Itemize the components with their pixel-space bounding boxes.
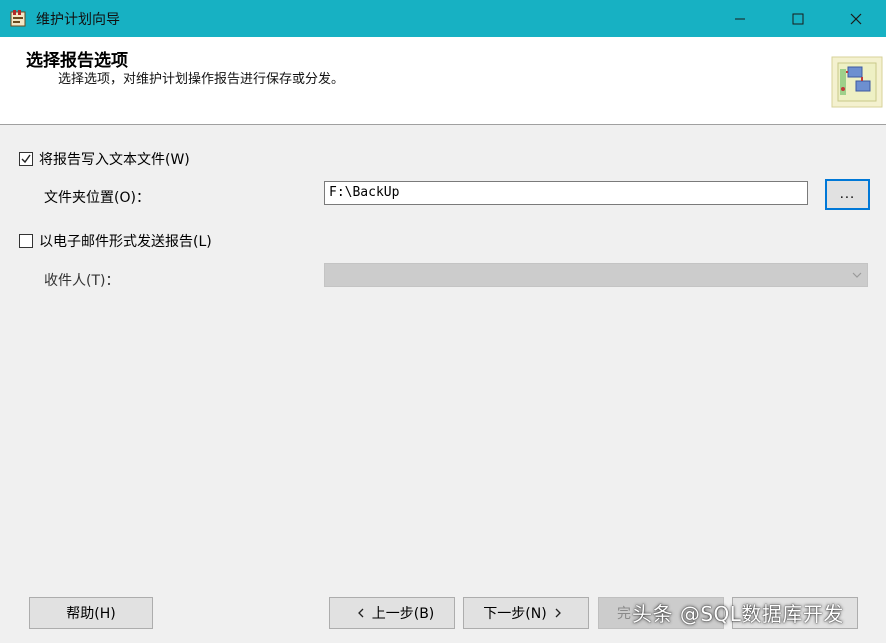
chevron-right-icon: [555, 608, 561, 618]
back-button[interactable]: 上一步(B): [329, 597, 455, 629]
chevron-left-icon: [357, 608, 364, 618]
finish-button-label: 完: [617, 606, 631, 622]
title-bar[interactable]: 维护计划向导: [0, 0, 886, 37]
email-report-checkbox[interactable]: [19, 234, 33, 248]
page-subtitle: 选择选项，对维护计划操作报告进行保存或分发。: [58, 72, 345, 87]
next-button-label: 下一步(N): [483, 606, 547, 622]
app-icon: [10, 10, 26, 27]
browse-folder-button[interactable]: ...: [825, 179, 870, 210]
recipient-dropdown[interactable]: [324, 263, 868, 287]
write-to-file-label: 将报告写入文本文件(W): [39, 152, 190, 168]
folder-location-label: 文件夹位置(O)：: [44, 190, 150, 206]
write-to-file-checkbox[interactable]: [19, 152, 33, 166]
back-button-label: 上一步(B): [371, 606, 435, 622]
close-icon: [850, 13, 862, 24]
folder-location-input[interactable]: F:\BackUp: [324, 181, 808, 205]
window-title: 维护计划向导: [36, 12, 120, 28]
minimize-button[interactable]: [711, 0, 769, 37]
minimize-icon: [735, 18, 745, 19]
options-panel: 将报告写入文本文件(W) 文件夹位置(O)： F:\BackUp ... 以电子…: [0, 126, 886, 586]
maximize-button[interactable]: [769, 0, 827, 37]
close-button[interactable]: [827, 0, 885, 37]
recipient-label: 收件人(T)：: [44, 273, 120, 289]
maximize-icon: [792, 13, 804, 24]
chevron-down-icon: [852, 272, 862, 278]
wizard-window: 维护计划向导 选择报告选项 选择选项，对维护计划操作报告进行保存或分发。 将报告…: [0, 0, 886, 643]
wizard-art-icon: [831, 56, 883, 108]
checkmark-icon: [21, 154, 31, 164]
email-report-label: 以电子邮件形式发送报告(L): [39, 234, 212, 250]
help-button[interactable]: 帮助(H): [29, 597, 153, 629]
help-button-label: 帮助(H): [66, 606, 116, 622]
write-to-file-option[interactable]: 将报告写入文本文件(W): [19, 149, 190, 169]
next-button[interactable]: 下一步(N): [463, 597, 589, 629]
watermark-text: 头条 @SQL数据库开发: [632, 602, 844, 626]
email-report-option[interactable]: 以电子邮件形式发送报告(L): [19, 231, 212, 251]
wizard-header: 选择报告选项 选择选项，对维护计划操作报告进行保存或分发。: [0, 37, 886, 125]
